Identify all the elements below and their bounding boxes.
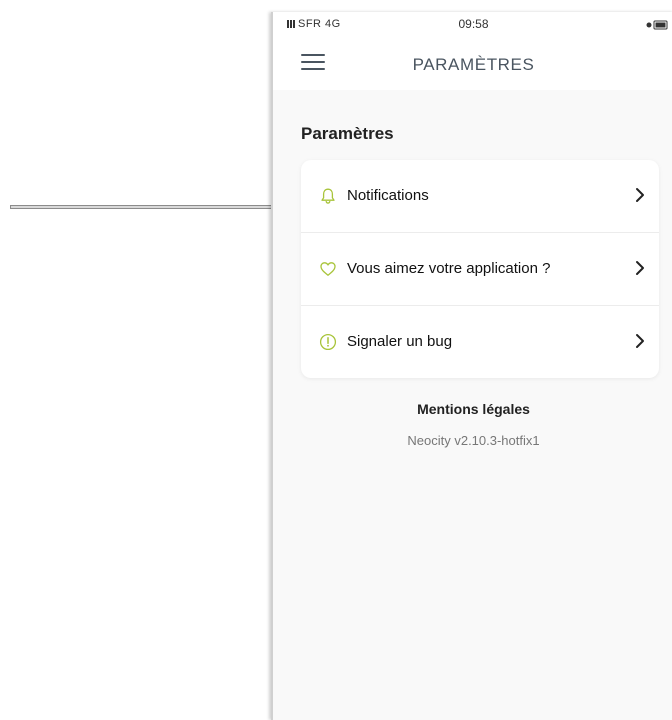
annotation-arrow [10, 200, 320, 214]
settings-item-notifications[interactable]: Notifications [301, 160, 659, 233]
section-title: Paramètres [301, 124, 394, 143]
battery-icon [646, 20, 668, 33]
signal-icon [287, 20, 295, 28]
settings-card: Notifications Vous aimez votre applicati… [301, 160, 659, 378]
page-title: PARAMÈTRES [412, 55, 535, 74]
status-bar: SFR 4G 09:58 [273, 12, 672, 40]
heart-icon [320, 262, 336, 276]
settings-item-rate-app[interactable]: Vous aimez votre application ? [301, 233, 659, 306]
phone-screen: SFR 4G 09:58 PARAMÈTRES Paramètres Notif… [271, 12, 672, 720]
chevron-right-icon [636, 261, 644, 275]
settings-item-report-bug[interactable]: Signaler un bug [301, 306, 659, 378]
settings-item-label: Signaler un bug [347, 333, 453, 350]
settings-item-label: Vous aimez votre application ? [347, 260, 551, 277]
settings-item-label: Notifications [347, 187, 429, 204]
bell-icon [321, 188, 335, 204]
app-version: Neocity v2.10.3-hotfix1 [407, 433, 540, 448]
chevron-right-icon [636, 334, 644, 348]
alert-circle-icon [319, 333, 337, 351]
annotation-arrow-shaft [10, 205, 308, 209]
nav-bar: PARAMÈTRES [273, 40, 672, 90]
chevron-right-icon [636, 188, 644, 202]
carrier-label: SFR 4G [287, 18, 341, 30]
clock: 09:58 [458, 17, 489, 31]
legal-notices-link[interactable]: Mentions légales [273, 401, 672, 417]
